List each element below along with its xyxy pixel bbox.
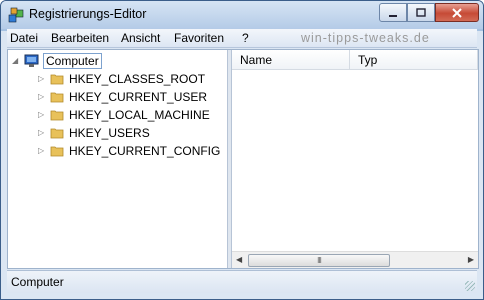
folder-icon <box>50 92 64 103</box>
tree-node-label: HKEY_USERS <box>69 126 150 140</box>
close-icon <box>452 7 462 18</box>
tree-node-hive[interactable]: ▷ HKEY_USERS <box>38 125 150 141</box>
scroll-thumb[interactable]: III <box>248 254 390 267</box>
horizontal-scrollbar[interactable]: ◀ III ▶ <box>232 251 478 268</box>
expand-icon[interactable]: ▷ <box>38 75 46 83</box>
scroll-grip: III <box>317 256 322 265</box>
scroll-right-icon[interactable]: ▶ <box>468 255 474 264</box>
maximize-button[interactable] <box>407 3 435 22</box>
registry-tree[interactable]: ◢ Computer ▷ HKEY_CLASSES_ROOT ▷ HKEY_CU… <box>8 50 226 268</box>
tree-node-hive[interactable]: ▷ HKEY_CURRENT_USER <box>38 89 207 105</box>
menu-favoriten[interactable]: Favoriten <box>174 31 224 45</box>
menu-bar: Datei Bearbeiten Ansicht Favoriten ? win… <box>7 29 477 48</box>
tree-node-computer[interactable]: ◢ Computer <box>12 53 102 69</box>
expand-icon[interactable]: ▷ <box>38 111 46 119</box>
expand-icon[interactable]: ▷ <box>38 129 46 137</box>
tree-node-label: HKEY_LOCAL_MACHINE <box>69 108 210 122</box>
folder-icon <box>50 128 64 139</box>
menu-bearbeiten[interactable]: Bearbeiten <box>51 31 109 45</box>
window-controls <box>379 3 479 22</box>
minimize-button[interactable] <box>379 3 407 22</box>
tree-node-label: HKEY_CURRENT_CONFIG <box>69 144 221 158</box>
resize-grip-icon[interactable] <box>465 281 475 291</box>
title-bar[interactable]: Registrierungs-Editor <box>1 1 483 29</box>
menu-ansicht[interactable]: Ansicht <box>121 31 160 45</box>
window-title: Registrierungs-Editor <box>29 7 147 21</box>
tree-node-label: HKEY_CLASSES_ROOT <box>69 72 206 86</box>
tree-node-label: HKEY_CURRENT_USER <box>69 90 208 104</box>
computer-icon <box>24 54 39 67</box>
registry-editor-icon <box>8 7 24 23</box>
values-list[interactable]: Name Typ ◀ III ▶ <box>232 50 478 268</box>
expand-icon[interactable]: ▷ <box>38 147 46 155</box>
close-button[interactable] <box>435 3 479 22</box>
maximize-icon <box>416 7 426 17</box>
folder-icon <box>50 74 64 85</box>
watermark-text: win-tipps-tweaks.de <box>301 31 430 45</box>
collapse-icon[interactable]: ◢ <box>12 57 20 65</box>
status-text: Computer <box>11 275 64 289</box>
registry-editor-window: Registrierungs-Editor Datei Bearbeiten A… <box>0 0 484 300</box>
scroll-left-icon[interactable]: ◀ <box>236 255 242 264</box>
main-content: ◢ Computer ▷ HKEY_CLASSES_ROOT ▷ HKEY_CU… <box>7 49 479 269</box>
tree-node-hive[interactable]: ▷ HKEY_CURRENT_CONFIG <box>38 143 220 159</box>
minimize-icon <box>389 14 397 17</box>
expand-icon[interactable]: ▷ <box>38 93 46 101</box>
column-header-typ[interactable]: Typ <box>350 50 478 70</box>
tree-node-hive[interactable]: ▷ HKEY_LOCAL_MACHINE <box>38 107 210 123</box>
column-header-name[interactable]: Name <box>232 50 350 70</box>
folder-icon <box>50 146 64 157</box>
status-bar: Computer <box>7 270 477 293</box>
tree-node-label: Computer <box>43 53 102 69</box>
tree-node-hive[interactable]: ▷ HKEY_CLASSES_ROOT <box>38 71 205 87</box>
folder-icon <box>50 110 64 121</box>
menu-help[interactable]: ? <box>242 31 249 45</box>
menu-datei[interactable]: Datei <box>10 31 38 45</box>
